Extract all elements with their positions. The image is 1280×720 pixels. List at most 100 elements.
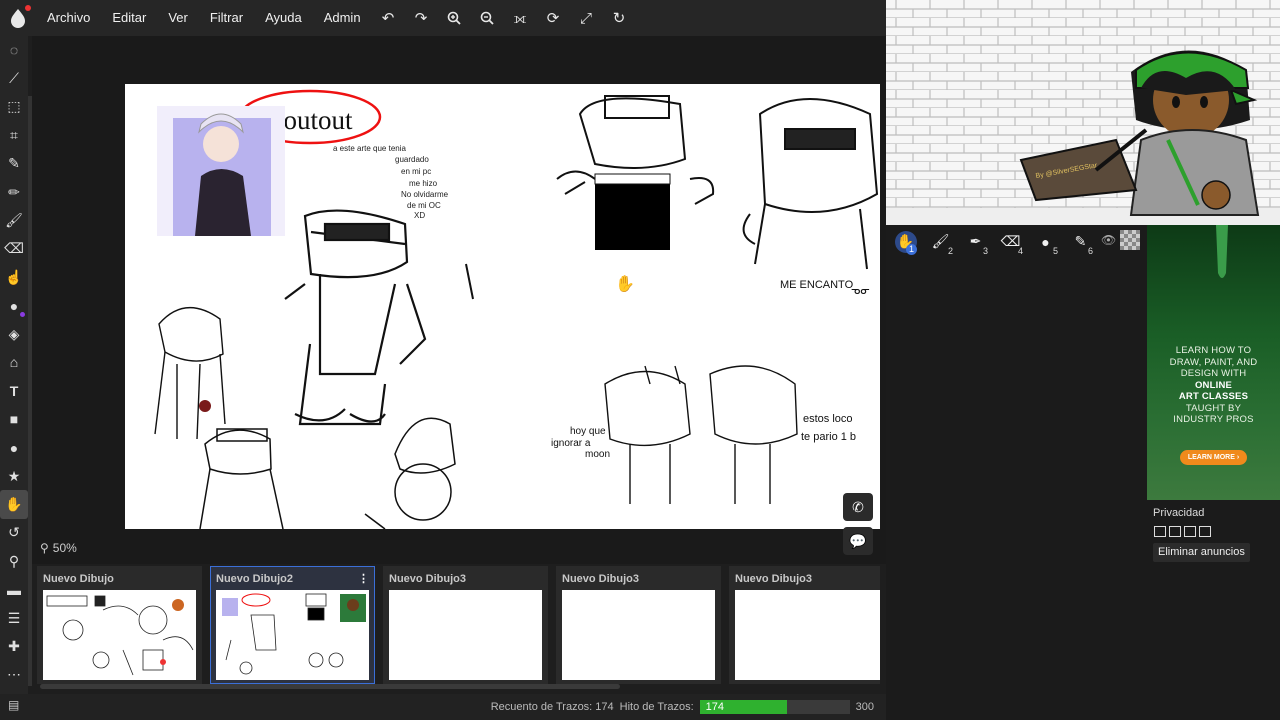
layer-controls: 👁 <box>1101 225 1147 255</box>
brush-preset-3[interactable]: ✒ 3 <box>958 227 993 257</box>
star-icon[interactable]: ★ <box>0 462 28 490</box>
frame-thumbnail <box>216 590 369 680</box>
remove-ads-button[interactable]: Eliminar anuncios <box>1153 543 1250 562</box>
transparency-swatch[interactable] <box>1120 230 1141 250</box>
drawing-frames: Nuevo Dibujo Nuevo Dibujo2 ⋮ Nuevo Dibuj… <box>37 566 880 684</box>
blob-icon[interactable]: ● <box>0 292 28 320</box>
flip-icon[interactable]: ⟗ <box>504 0 537 36</box>
menu-admin[interactable]: Admin <box>313 0 372 36</box>
dot-brush-icon: ● <box>1041 233 1050 250</box>
frame-menu-icon[interactable]: ⋮ <box>358 570 369 588</box>
drawing-canvas[interactable]: Shoutout a este arte que tenia guardado … <box>125 84 880 529</box>
search-tool-icon[interactable]: ⚲ <box>0 547 28 575</box>
ad-learn-more-button[interactable]: LEARN MORE › <box>1179 449 1248 465</box>
svg-text:ignorar a: ignorar a <box>551 438 591 449</box>
rectangle-icon[interactable]: ■ <box>0 405 28 433</box>
frames-scrollbar[interactable] <box>40 684 620 689</box>
menu-ver[interactable]: Ver <box>157 0 199 36</box>
stroke-max: 300 <box>855 701 874 713</box>
chat-button[interactable]: 💬 <box>843 527 873 555</box>
layout-icon-2[interactable] <box>1169 526 1181 537</box>
frame-title: Nuevo Dibujo3 <box>735 573 813 585</box>
chat-tool-icon[interactable]: ▬ <box>0 575 28 603</box>
text-icon[interactable]: T <box>0 377 28 405</box>
layout-icon-1[interactable] <box>1154 526 1166 537</box>
brush-icon: 🖌 <box>931 233 950 249</box>
app-root: Archivo Editar Ver Filtrar Ayuda Admin ↶… <box>0 0 1280 720</box>
stroke-milestone-label: Hito de Trazos: <box>619 701 694 713</box>
undo-tool-icon[interactable]: ↺ <box>0 519 28 547</box>
menu-editar[interactable]: Editar <box>101 0 157 36</box>
advertisement[interactable]: LEARN HOW TO DRAW, PAINT, AND DESIGN WIT… <box>1147 225 1280 500</box>
plus-tool-icon[interactable]: ✚ <box>0 632 28 660</box>
brush-icon[interactable]: 🖌 <box>0 206 28 234</box>
menu-archivo[interactable]: Archivo <box>36 0 101 36</box>
call-button[interactable]: ✆ <box>843 493 873 521</box>
transform-icon[interactable]: ⬚ <box>0 93 28 121</box>
eyedropper-icon[interactable]: ✎ <box>0 150 28 178</box>
fullscreen-icon[interactable]: ⤢ <box>570 0 603 36</box>
zoom-level: 50% <box>52 541 77 555</box>
undo-icon[interactable]: ↶ <box>372 0 405 36</box>
menu-ayuda[interactable]: Ayuda <box>254 0 313 36</box>
svg-text:No olvidarme: No olvidarme <box>401 190 449 199</box>
fine-brush-icon: ✎ <box>1074 233 1087 249</box>
svg-text:guardado: guardado <box>395 155 429 164</box>
ellipse-icon[interactable]: ● <box>0 433 28 461</box>
layout-icon-3[interactable] <box>1184 526 1196 537</box>
me-encanto-text: ME ENCANTO <box>780 279 854 291</box>
frame-card[interactable]: Nuevo Dibujo3 <box>729 566 880 684</box>
stroke-progress-value: 174 <box>705 701 724 713</box>
frame-title: Nuevo Dibujo2 <box>216 573 294 585</box>
svg-text:moon: moon <box>585 449 610 460</box>
frame-card[interactable]: Nuevo Dibujo3 <box>383 566 548 684</box>
estos-text: estos loco <box>803 413 853 425</box>
zoom-indicator[interactable]: ⚲ 50% <box>40 541 77 555</box>
brush-preset-1[interactable]: ✋ 1 <box>888 227 923 257</box>
lasso-select-icon[interactable]: ◌ <box>0 36 28 64</box>
frame-thumbnail <box>389 590 542 680</box>
zoom-in-icon[interactable] <box>438 0 471 36</box>
frame-title: Nuevo Dibujo3 <box>562 573 640 585</box>
crop-icon[interactable]: ⌗ <box>0 121 28 149</box>
frame-card-selected[interactable]: Nuevo Dibujo2 ⋮ <box>210 566 375 684</box>
reset-rotation-icon[interactable]: ↻ <box>603 0 636 36</box>
canvas-drawing: Shoutout a este arte que tenia guardado … <box>154 89 879 529</box>
frame-card[interactable]: Nuevo Dibujo <box>37 566 202 684</box>
eraser-icon[interactable]: ⌫ <box>0 235 28 263</box>
pencil-icon[interactable]: ✏ <box>0 178 28 206</box>
layers-tool-icon[interactable]: ☰ <box>0 604 28 632</box>
brush-preset-4[interactable]: ⌫ 4 <box>993 227 1028 257</box>
brush-preset-5[interactable]: ● 5 <box>1028 227 1063 257</box>
app-logo[interactable] <box>0 0 36 36</box>
zoom-out-icon[interactable] <box>471 0 504 36</box>
frame-thumbnail <box>562 590 715 680</box>
brush-preset-2[interactable]: 🖌 2 <box>923 227 958 257</box>
redo-icon[interactable]: ↷ <box>405 0 438 36</box>
svg-text:XD: XD <box>414 211 425 220</box>
webcam-overlay: By @SilverSEGStar <box>886 0 1280 225</box>
frame-card[interactable]: Nuevo Dibujo3 <box>556 566 721 684</box>
tool-bar: ◌ ⟋ ⬚ ⌗ ✎ ✏ 🖌 ⌫ ☝ ● ◈ ⌂ T ■ ● ★ ✋ ↺ ⚲ ▬ … <box>0 36 28 720</box>
notification-dot <box>25 5 31 11</box>
svg-text:me hizo: me hizo <box>409 179 438 188</box>
fill-icon[interactable]: ◈ <box>0 320 28 348</box>
menu-filtrar[interactable]: Filtrar <box>199 0 254 36</box>
svg-text:a este arte que tenia: a este arte que tenia <box>333 144 406 153</box>
stroke-count: Recuento de Trazos: 174 <box>490 701 614 713</box>
rotate-icon[interactable]: ⟳ <box>537 0 570 36</box>
brush-preset-6[interactable]: ✎ 6 <box>1063 227 1098 257</box>
more-icon[interactable]: ⋯ <box>0 661 28 689</box>
layout-switcher <box>1154 526 1211 537</box>
layout-icon-4[interactable] <box>1199 526 1211 537</box>
hand-icon[interactable]: ✋ <box>0 490 28 519</box>
layer-visibility-icon[interactable]: 👁 <box>1101 233 1116 247</box>
free-select-icon[interactable]: ⟋ <box>0 64 28 92</box>
privacy-label[interactable]: Privacidad <box>1153 507 1204 519</box>
layers-panel-icon[interactable]: ▤ <box>8 698 26 714</box>
svg-text:te pario 1 b: te pario 1 b <box>801 431 856 443</box>
svg-text:✋: ✋ <box>615 274 635 293</box>
smudge-icon[interactable]: ☝ <box>0 263 28 291</box>
stamp-icon[interactable]: ⌂ <box>0 348 28 376</box>
zoom-search-icon: ⚲ <box>40 541 49 555</box>
